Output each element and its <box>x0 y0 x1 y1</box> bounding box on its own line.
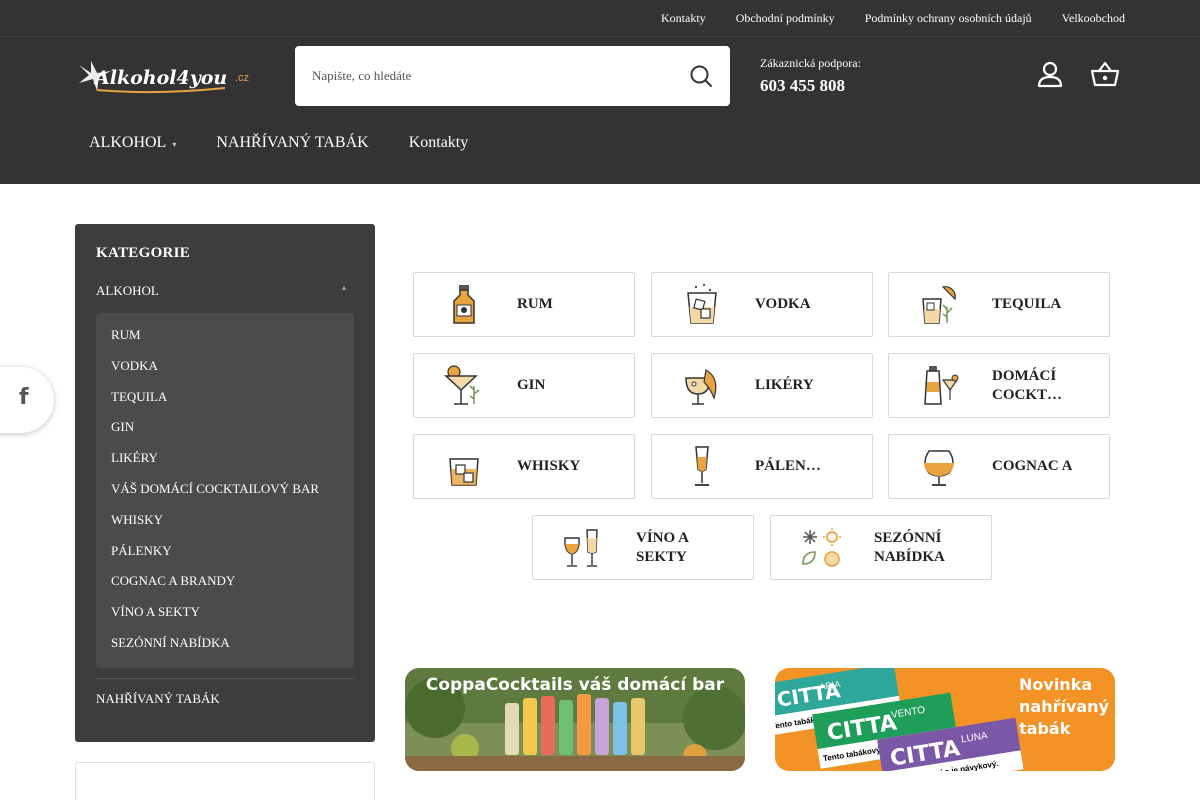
category-card-cocktail-bar[interactable]: DOMÁCÍ COCKT… <box>888 353 1110 418</box>
category-card-whisky[interactable]: WHISKY <box>413 434 635 499</box>
cart-basket-icon[interactable] <box>1090 59 1120 89</box>
category-card-cognac[interactable]: COGNAC A <box>888 434 1110 499</box>
cocktail-shaker-icon <box>924 366 959 405</box>
top-bar: Kontakty Obchodní podmínky Podmínky ochr… <box>0 0 1200 37</box>
logo-graphic: Alkohol4you .cz <box>79 61 249 94</box>
banner-citta-image: CITTA ARIA Tento tabákový výrobek škodí … <box>775 668 1115 771</box>
category-label: SEZÓNNÍ NABÍDKA <box>874 529 945 565</box>
category-card-rum[interactable]: RUM <box>413 272 635 337</box>
cognac-glass-icon <box>924 450 954 486</box>
liqueur-icon <box>685 369 717 405</box>
category-label: GIN <box>517 377 546 393</box>
category-label: LIKÉRY <box>755 377 814 393</box>
sidebar-subitem-cocktail-bar[interactable]: VÁŠ DOMÁCÍ COCKTAILOVÝ BAR <box>96 481 354 512</box>
banner-citta-headline-line3: tabák <box>1019 719 1071 738</box>
tequila-icon <box>922 286 956 324</box>
whisky-glass-icon <box>449 458 479 486</box>
rum-bottle-icon <box>453 285 475 324</box>
top-links: Kontakty Obchodní podmínky Podmínky ochr… <box>661 0 1125 37</box>
category-label: RUM <box>517 296 553 312</box>
nav-kontakty[interactable]: Kontakty <box>409 134 469 152</box>
nav-nahrivany-tabak[interactable]: NAHŘÍVANÝ TABÁK <box>216 134 368 152</box>
category-card-sezonni[interactable]: SEZÓNNÍ NABÍDKA <box>770 515 992 580</box>
sidebar-subitem-cognac[interactable]: COGNAC A BRANDY <box>96 573 354 604</box>
header: Alkohol4you .cz Zákaznická podpora: 603 … <box>0 37 1200 184</box>
nav-alkohol-label: ALKOHOL <box>89 134 167 151</box>
category-card-gin[interactable]: GIN <box>413 353 635 418</box>
category-card-palenky[interactable]: PÁLEN… <box>651 434 873 499</box>
sidebar-subitem-rum[interactable]: RUM <box>96 327 354 358</box>
sidebar-subitem-vino[interactable]: VÍNO A SEKTY <box>96 604 354 635</box>
seasons-icon <box>802 528 841 567</box>
palenky-glass-icon <box>695 446 709 486</box>
banner-coppa-title: CoppaCocktails váš domácí bar <box>426 675 725 695</box>
wine-glasses-icon <box>564 529 598 567</box>
banner-citta-headline-line1: Novinka <box>1019 675 1092 694</box>
category-card-vino[interactable]: VÍNO A SEKTY <box>532 515 754 580</box>
sidebar-subitem-sezonni[interactable]: SEZÓNNÍ NABÍDKA <box>96 635 354 666</box>
category-label: TEQUILA <box>992 296 1062 312</box>
facebook-icon: f <box>19 385 29 410</box>
vodka-glass-icon <box>687 283 717 324</box>
top-link-contacts[interactable]: Kontakty <box>661 11 706 26</box>
sidebar-subitem-palenky[interactable]: PÁLENKY <box>96 543 354 574</box>
top-link-terms[interactable]: Obchodní podmínky <box>736 11 835 26</box>
sidebar-item-alkohol-label: ALKOHOL <box>96 283 159 298</box>
sidebar-subitem-tequila[interactable]: TEQUILA <box>96 389 354 420</box>
sidebar-subitem-likery[interactable]: LIKÉRY <box>96 450 354 481</box>
sidebar-divider <box>96 678 354 679</box>
search-input[interactable] <box>295 46 689 106</box>
category-card-tequila[interactable]: TEQUILA <box>888 272 1110 337</box>
banner-citta-tobacco[interactable]: CITTA ARIA Tento tabákový výrobek škodí … <box>775 668 1115 771</box>
chevron-down-icon: ▾ <box>172 140 177 149</box>
nav-alkohol[interactable]: ALKOHOL ▾ <box>89 134 176 152</box>
sidebar-subitem-whisky[interactable]: WHISKY <box>96 512 354 543</box>
sidebar-subitem-vodka[interactable]: VODKA <box>96 358 354 389</box>
sidebar-secondary-box <box>75 762 375 800</box>
sidebar-subitem-gin[interactable]: GIN <box>96 419 354 450</box>
top-link-wholesale[interactable]: Velkoobchod <box>1062 11 1125 26</box>
site-logo[interactable]: Alkohol4you .cz <box>75 57 255 97</box>
logo-suffix: .cz <box>235 72 249 84</box>
category-label: VODKA <box>755 296 811 312</box>
category-label: VÍNO A SEKTY <box>636 529 689 565</box>
gin-cocktail-icon <box>444 365 480 405</box>
sidebar-item-alkohol[interactable]: ALKOHOL ▴ <box>96 283 354 299</box>
search-icon[interactable] <box>689 64 713 88</box>
category-label: DOMÁCÍ COCKT… <box>992 367 1063 403</box>
category-label: COGNAC A <box>992 458 1073 474</box>
user-account-icon[interactable] <box>1035 59 1065 89</box>
search-box <box>295 46 730 106</box>
facebook-button[interactable]: f <box>0 367 54 433</box>
support-label: Zákaznická podpora: <box>760 56 861 70</box>
sidebar-item-tabak[interactable]: NAHŘÍVANÝ TABÁK <box>96 691 220 707</box>
customer-support: Zákaznická podpora: 603 455 808 <box>760 56 861 96</box>
category-label: PÁLEN… <box>755 458 821 474</box>
category-card-vodka[interactable]: VODKA <box>651 272 873 337</box>
sidebar-submenu: RUM VODKA TEQUILA GIN LIKÉRY VÁŠ DOMÁCÍ … <box>96 313 354 668</box>
support-phone[interactable]: 603 455 808 <box>760 76 861 96</box>
sidebar-title: KATEGORIE <box>96 245 191 261</box>
banner-coppa-image: CoppaCocktails váš domácí bar <box>405 668 745 771</box>
main-nav: ALKOHOL ▾ NAHŘÍVANÝ TABÁK Kontakty <box>89 134 468 152</box>
logo-text: Alkohol4you <box>93 67 227 89</box>
top-link-privacy[interactable]: Podmínky ochrany osobních údajů <box>865 11 1032 26</box>
banner-coppa-cocktails[interactable]: CoppaCocktails váš domácí bar <box>405 668 745 771</box>
banner-citta-headline-line2: nahřívaný <box>1019 697 1110 716</box>
category-sidebar: KATEGORIE ALKOHOL ▴ RUM VODKA TEQUILA GI… <box>75 224 375 742</box>
category-label: WHISKY <box>517 458 581 474</box>
category-card-likery[interactable]: LIKÉRY <box>651 353 873 418</box>
chevron-up-icon[interactable]: ▴ <box>342 283 346 299</box>
